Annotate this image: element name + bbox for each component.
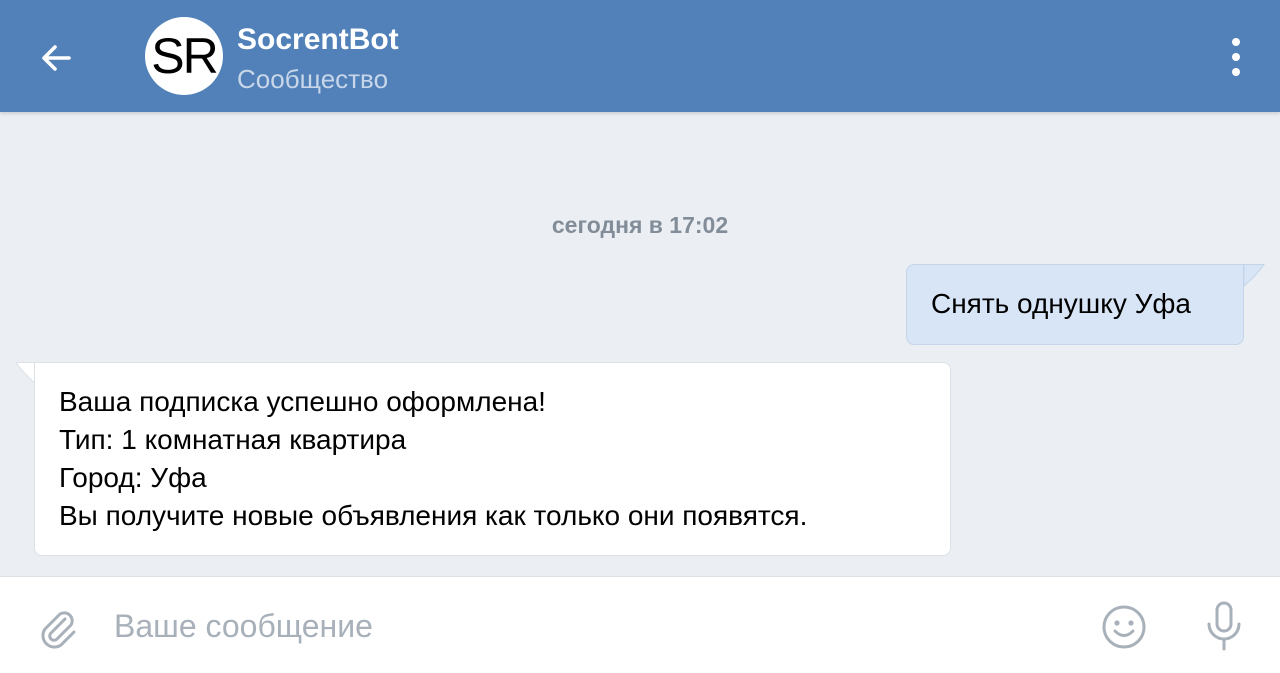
outgoing-message-bubble[interactable]: Снять однушку Уфа [906,264,1244,345]
arrow-left-icon [42,45,71,71]
message-line: Город: Уфа [59,462,207,493]
more-vertical-icon-dot [1232,53,1240,61]
message-line: Ваша подписка успешно оформлена! [59,386,546,417]
attach-button[interactable] [32,601,82,651]
chat-subtitle: Сообщество [237,64,389,94]
avatar-text: SR [151,28,218,84]
incoming-message-bubble[interactable]: Ваша подписка успешно оформлена! Тип: 1 … [34,362,951,556]
chat-header: SR SocrentBot Сообщество [0,0,1280,112]
date-separator: сегодня в 17:02 [551,212,729,238]
message-line: Вы получите новые объявления как только … [59,500,808,531]
message-composer [0,576,1280,673]
avatar[interactable]: SR [145,17,223,95]
more-options-button[interactable] [1216,34,1256,80]
message-text: Снять однушку Уфа [931,288,1191,319]
message-input[interactable] [114,605,1074,647]
voice-message-button[interactable] [1199,599,1249,655]
smiley-icon [1102,605,1146,649]
microphone-icon [1207,601,1241,651]
more-vertical-icon-dot [1232,68,1240,76]
paperclip-icon [41,611,76,649]
more-vertical-icon [1232,38,1240,46]
message-line: Тип: 1 комнатная квартира [59,424,407,455]
emoji-button[interactable] [1100,603,1148,651]
back-button[interactable] [26,30,86,86]
chat-title[interactable]: SocrentBot [237,22,399,58]
